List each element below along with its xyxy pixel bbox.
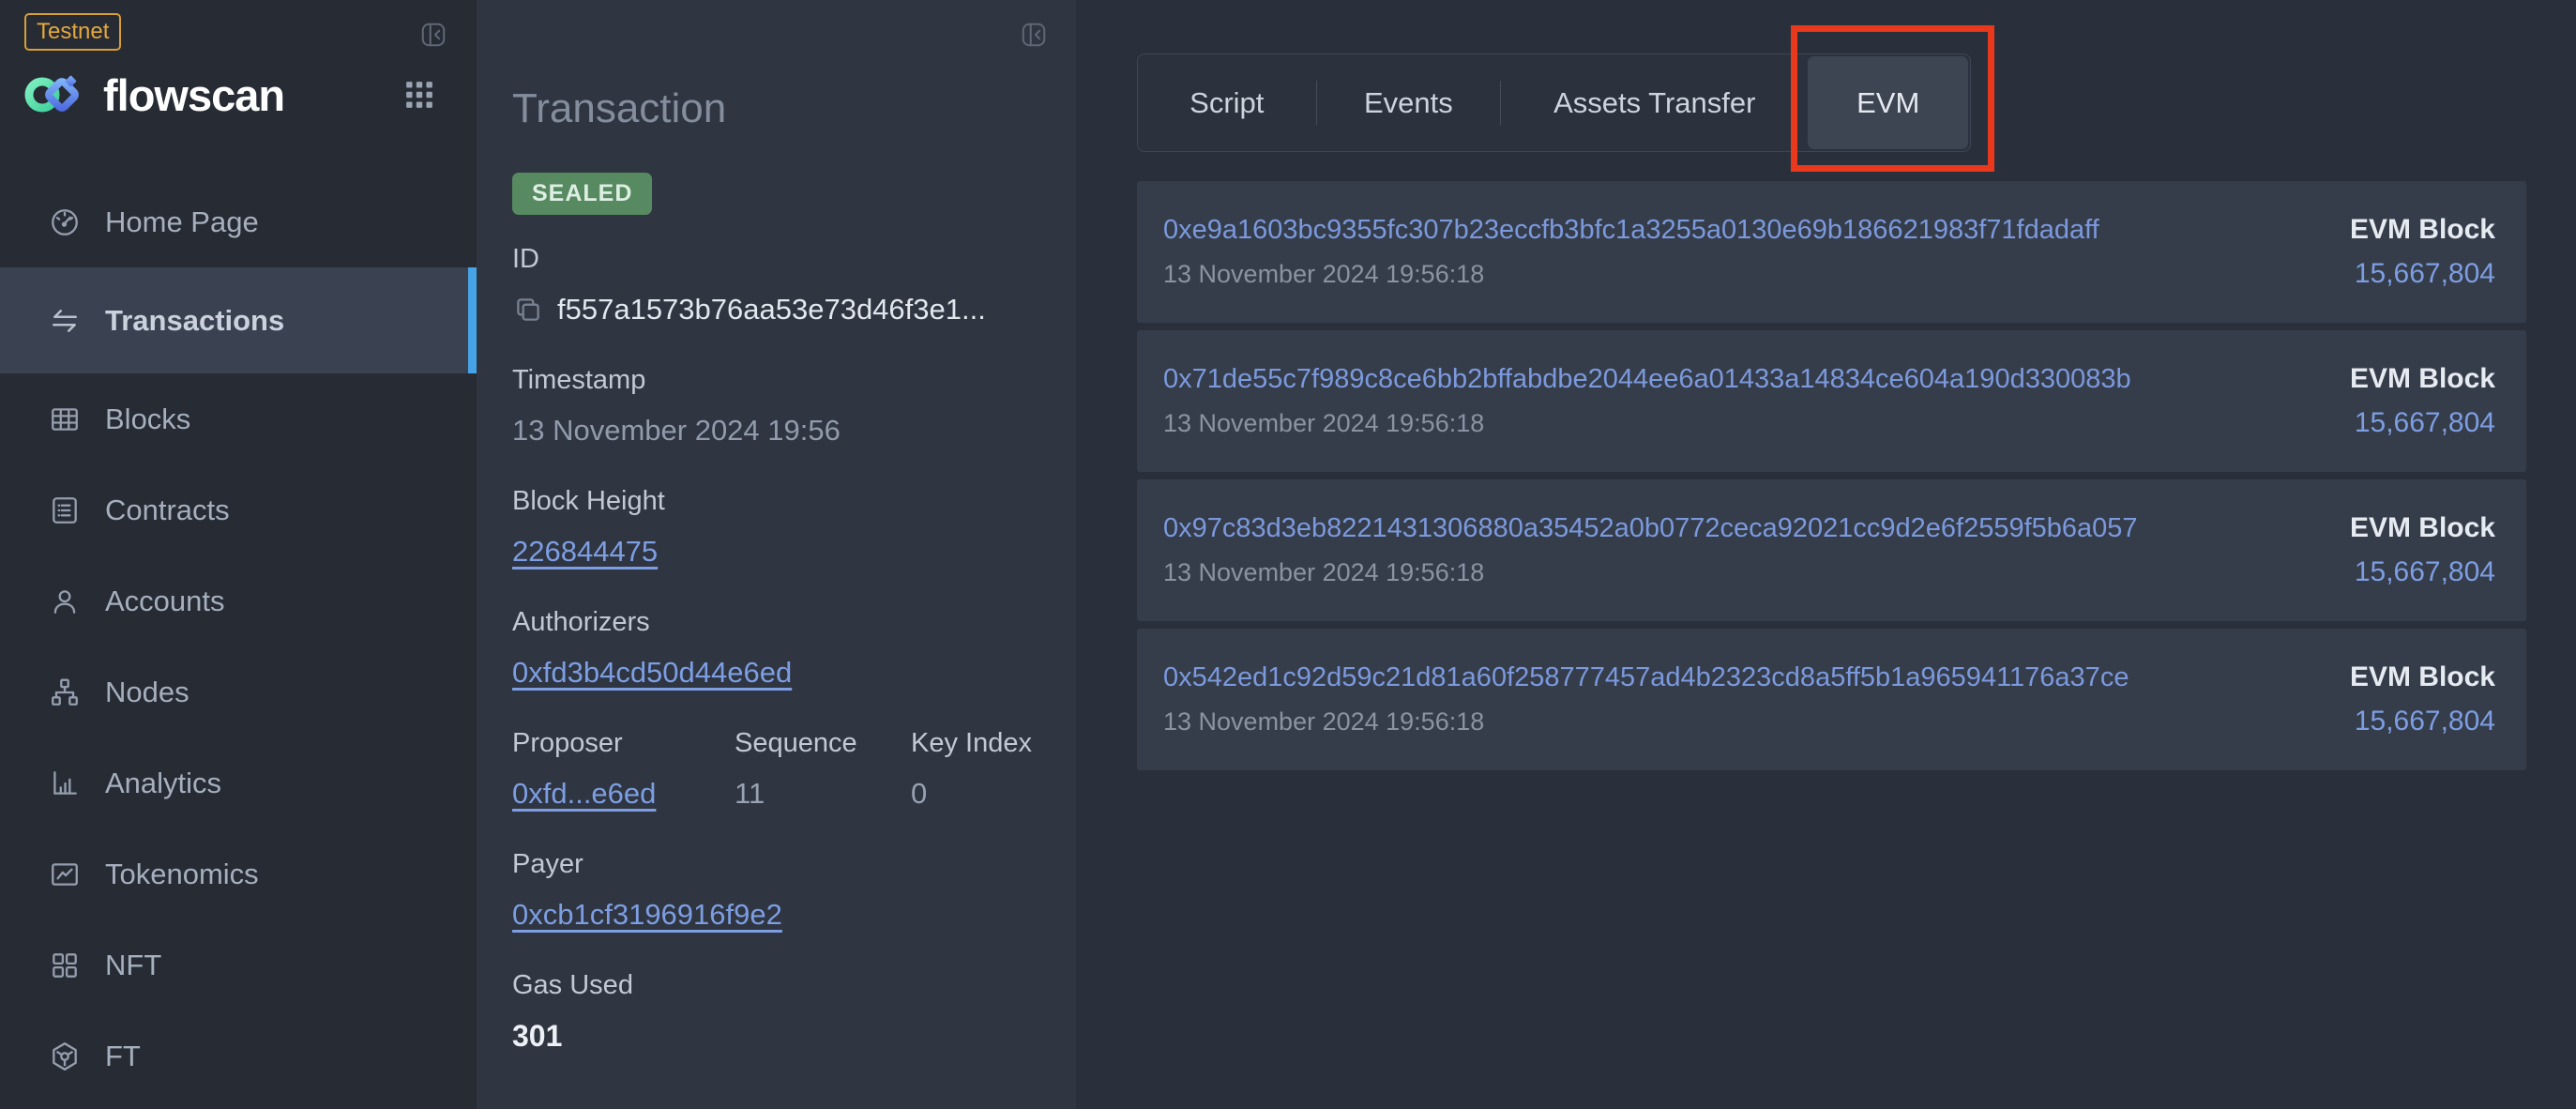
- key-index-label: Key Index: [911, 727, 1032, 759]
- sidebar-item-ft[interactable]: FT: [0, 1010, 477, 1101]
- flowscan-app: Testnet: [0, 0, 2576, 1109]
- gas-used-value: 301: [512, 1019, 1040, 1053]
- panel-collapse-icon[interactable]: [1020, 21, 1048, 53]
- tab-bar: Script Events Assets Transfer EVM: [1137, 53, 1971, 152]
- person-icon: [49, 585, 81, 617]
- tab-script[interactable]: Script: [1138, 54, 1316, 151]
- payer-link[interactable]: 0xcb1cf3196916f9e2: [512, 898, 782, 931]
- cube-icon: [49, 1041, 81, 1072]
- sidebar-item-nft[interactable]: NFT: [0, 919, 477, 1010]
- transfer-arrows-icon: [49, 305, 81, 337]
- evm-block-label: EVM Block: [2350, 362, 2495, 396]
- sidebar-item-label: Home Page: [105, 205, 259, 239]
- sidebar-item-label: NFT: [105, 949, 161, 982]
- tab-events[interactable]: Events: [1317, 54, 1501, 151]
- evm-tx-timestamp: 13 November 2024 19:56:18: [1163, 706, 2129, 737]
- proposer-link[interactable]: 0xfd...e6ed: [512, 777, 656, 810]
- timestamp-label: Timestamp: [512, 364, 1040, 396]
- evm-transaction-row: 0xe9a1603bc9355fc307b23eccfb3bfc1a3255a0…: [1137, 181, 2526, 323]
- sidebar-item-tokenomics[interactable]: Tokenomics: [0, 828, 477, 919]
- transaction-id-value: f557a1573b76aa53e73d46f3e1...: [557, 293, 986, 327]
- evm-block-number-link[interactable]: 15,667,804: [2350, 557, 2495, 587]
- sidebar-item-label: Blocks: [105, 403, 190, 436]
- apps-grid-icon[interactable]: [404, 80, 434, 110]
- id-label: ID: [512, 243, 1040, 275]
- sidebar-item-label: Transactions: [105, 304, 284, 338]
- evm-block-label: EVM Block: [2350, 213, 2495, 247]
- network-badge: Testnet: [24, 13, 121, 51]
- sidebar-item-nodes[interactable]: Nodes: [0, 646, 477, 737]
- field-payer: Payer 0xcb1cf3196916f9e2: [512, 848, 1040, 932]
- sidebar-item-label: Tokenomics: [105, 858, 259, 891]
- tab-evm[interactable]: EVM: [1808, 56, 1968, 149]
- brand-name[interactable]: flowscan: [103, 69, 284, 121]
- evm-block-label: EVM Block: [2350, 661, 2495, 694]
- field-timestamp: Timestamp 13 November 2024 19:56: [512, 364, 1040, 448]
- evm-transaction-list: 0xe9a1603bc9355fc307b23eccfb3bfc1a3255a0…: [1137, 181, 2526, 770]
- tab-assets-transfer[interactable]: Assets Transfer: [1501, 54, 1808, 151]
- block-height-link[interactable]: 226844475: [512, 535, 658, 568]
- sidebar-item-label: FT: [105, 1040, 141, 1073]
- sidebar-item-label: Contracts: [105, 494, 230, 527]
- authorizers-label: Authorizers: [512, 606, 1040, 638]
- evm-block-number-link[interactable]: 15,667,804: [2350, 408, 2495, 438]
- evm-tx-timestamp: 13 November 2024 19:56:18: [1163, 259, 2099, 289]
- gas-used-label: Gas Used: [512, 969, 1040, 1001]
- key-index-value: 0: [911, 777, 927, 811]
- line-chart-icon: [49, 858, 81, 890]
- field-id: ID f557a1573b76aa53e73d46f3e1...: [512, 243, 1040, 327]
- sidebar: Testnet: [0, 0, 477, 1109]
- evm-block-label: EVM Block: [2350, 511, 2495, 545]
- sidebar-item-label: Accounts: [105, 585, 225, 618]
- page-title: Transaction: [512, 84, 1040, 133]
- sidebar-item-contracts[interactable]: Contracts: [0, 464, 477, 555]
- copy-icon[interactable]: [512, 294, 544, 326]
- sidebar-item-blocks[interactable]: Blocks: [0, 373, 477, 464]
- block-height-label: Block Height: [512, 485, 1040, 517]
- evm-transaction-row: 0x542ed1c92d59c21d81a60f258777457ad4b232…: [1137, 629, 2526, 770]
- evm-transaction-row: 0x71de55c7f989c8ce6bb2bffabdbe2044ee6a01…: [1137, 330, 2526, 472]
- sidebar-item-analytics[interactable]: Analytics: [0, 737, 477, 828]
- flowscan-logo-icon[interactable]: [24, 73, 86, 116]
- four-squares-icon: [49, 949, 81, 981]
- evm-tx-hash-link[interactable]: 0xe9a1603bc9355fc307b23eccfb3bfc1a3255a0…: [1163, 213, 2099, 247]
- sidebar-item-accounts[interactable]: Accounts: [0, 555, 477, 646]
- timestamp-value: 13 November 2024 19:56: [512, 414, 1040, 448]
- main-content: Script Events Assets Transfer EVM 0xe9a1…: [1076, 0, 2576, 1109]
- hierarchy-icon: [49, 676, 81, 708]
- sidebar-item-label: Nodes: [105, 676, 189, 709]
- evm-tx-timestamp: 13 November 2024 19:56:18: [1163, 557, 2138, 587]
- evm-tx-timestamp: 13 November 2024 19:56:18: [1163, 408, 2131, 438]
- evm-block-number-link[interactable]: 15,667,804: [2350, 706, 2495, 737]
- payer-label: Payer: [512, 848, 1040, 880]
- field-proposer-group: Proposer Sequence Key Index 0xfd...e6ed …: [512, 727, 1040, 811]
- sidebar-item-transactions[interactable]: Transactions: [0, 267, 477, 373]
- gauge-icon: [49, 206, 81, 238]
- sidebar-item-home[interactable]: Home Page: [0, 176, 477, 267]
- field-authorizers: Authorizers 0xfd3b4cd50d44e6ed: [512, 606, 1040, 690]
- field-block-height: Block Height 226844475: [512, 485, 1040, 569]
- sequence-label: Sequence: [735, 727, 911, 759]
- evm-transaction-row: 0x97c83d3eb8221431306880a35452a0b0772cec…: [1137, 479, 2526, 621]
- proposer-label: Proposer: [512, 727, 735, 759]
- bar-chart-icon: [49, 767, 81, 799]
- evm-tx-hash-link[interactable]: 0x97c83d3eb8221431306880a35452a0b0772cec…: [1163, 511, 2138, 545]
- status-badge: SEALED: [512, 173, 652, 215]
- sequence-value: 11: [735, 777, 911, 811]
- transaction-panel: Transaction SEALED ID f557a1573b76aa53e7…: [477, 0, 1076, 1109]
- sidebar-collapse-icon[interactable]: [419, 21, 447, 53]
- authorizer-link[interactable]: 0xfd3b4cd50d44e6ed: [512, 656, 792, 689]
- sidebar-nav: Home Page Transactions Blocks: [0, 176, 477, 1101]
- sidebar-item-label: Analytics: [105, 767, 221, 800]
- evm-tx-hash-link[interactable]: 0x542ed1c92d59c21d81a60f258777457ad4b232…: [1163, 661, 2129, 694]
- contract-list-icon: [49, 494, 81, 526]
- field-gas-used: Gas Used 301: [512, 969, 1040, 1053]
- table-grid-icon: [49, 403, 81, 435]
- evm-block-number-link[interactable]: 15,667,804: [2350, 259, 2495, 289]
- evm-tx-hash-link[interactable]: 0x71de55c7f989c8ce6bb2bffabdbe2044ee6a01…: [1163, 362, 2131, 396]
